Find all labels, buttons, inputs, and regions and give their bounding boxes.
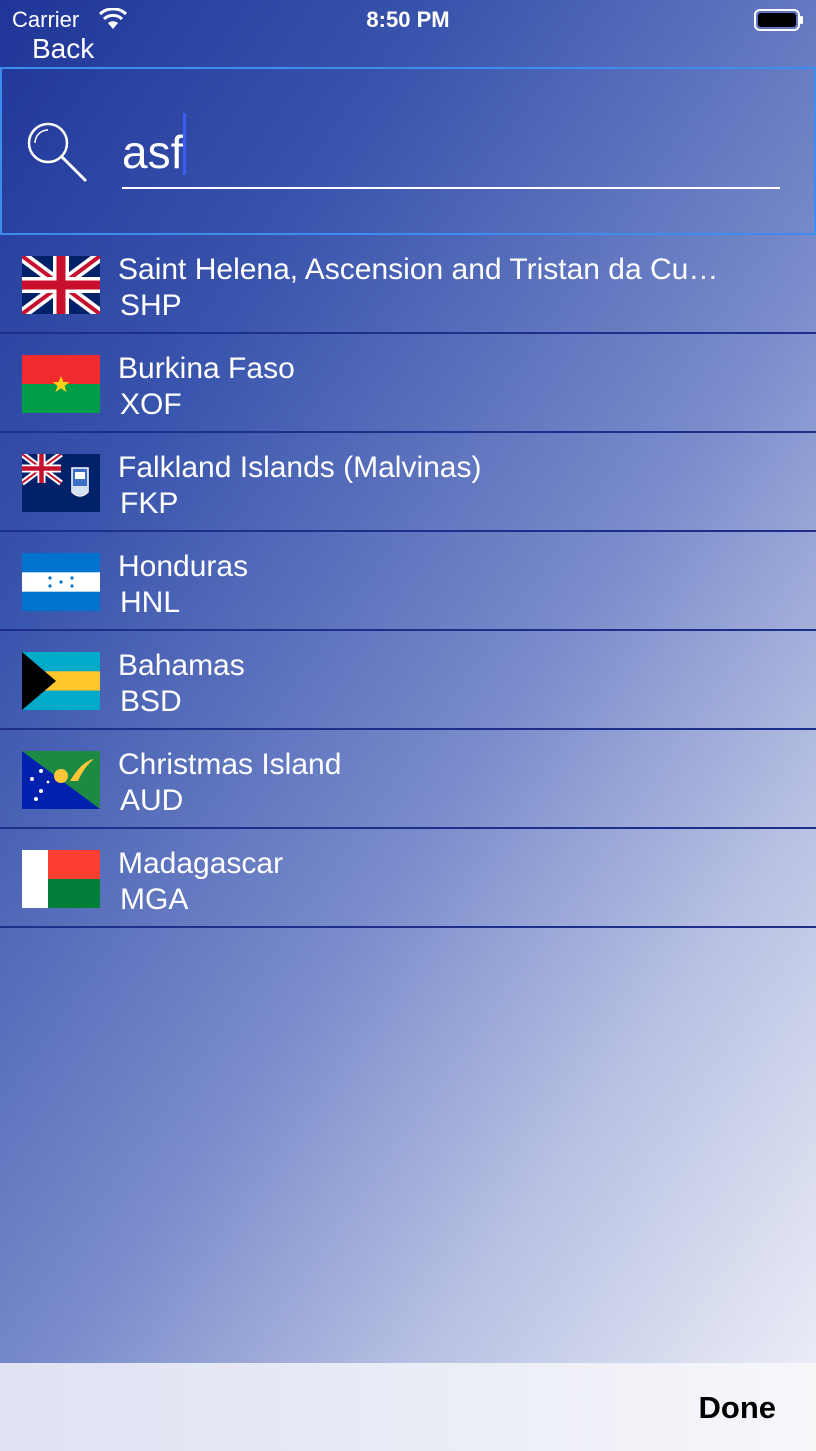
burkina-faso-flag-icon bbox=[22, 355, 100, 413]
clock-time: 8:50 PM bbox=[366, 7, 450, 32]
country-name: Christmas Island bbox=[118, 748, 342, 781]
list-item[interactable]: Falkland Islands (Malvinas) FKP bbox=[0, 433, 816, 532]
madagascar-flag-icon bbox=[22, 850, 100, 908]
search-input[interactable] bbox=[122, 117, 780, 189]
country-name: Burkina Faso bbox=[118, 352, 295, 385]
search-icon bbox=[27, 122, 88, 183]
status-bar: Carrier 8:50 PM bbox=[0, 0, 816, 40]
battery-icon bbox=[754, 9, 803, 31]
christmas-island-flag-icon bbox=[22, 751, 100, 809]
done-button[interactable]: Done bbox=[699, 1390, 777, 1426]
currency-code: BSD bbox=[120, 685, 182, 718]
honduras-flag-icon bbox=[22, 553, 100, 611]
country-name: Bahamas bbox=[118, 649, 245, 682]
bottom-toolbar: Done bbox=[0, 1363, 816, 1451]
search-bar bbox=[0, 67, 816, 235]
list-item[interactable]: Bahamas BSD bbox=[0, 631, 816, 730]
list-item[interactable]: Madagascar MGA bbox=[0, 829, 816, 928]
currency-code: SHP bbox=[120, 289, 182, 322]
list-item[interactable]: Burkina Faso XOF bbox=[0, 334, 816, 433]
country-name: Honduras bbox=[118, 550, 249, 583]
falkland-islands-flag-icon bbox=[22, 454, 100, 512]
currency-code: FKP bbox=[120, 487, 179, 520]
country-name: Saint Helena, Ascension and Tristan da C… bbox=[118, 253, 719, 286]
country-name: Falkland Islands (Malvinas) bbox=[118, 451, 482, 484]
currency-code: HNL bbox=[120, 586, 181, 619]
country-list: Saint Helena, Ascension and Tristan da C… bbox=[0, 235, 816, 928]
list-item[interactable]: Saint Helena, Ascension and Tristan da C… bbox=[0, 235, 816, 334]
bahamas-flag-icon bbox=[22, 652, 100, 710]
currency-code: MGA bbox=[120, 883, 189, 916]
currency-code: AUD bbox=[120, 784, 184, 817]
list-item[interactable]: Christmas Island AUD bbox=[0, 730, 816, 829]
currency-code: XOF bbox=[120, 388, 182, 421]
saint-helena-flag-icon bbox=[22, 256, 100, 314]
country-name: Madagascar bbox=[118, 847, 284, 880]
list-item[interactable]: Honduras HNL bbox=[0, 532, 816, 631]
back-button[interactable]: Back bbox=[32, 33, 94, 65]
text-cursor bbox=[183, 113, 186, 175]
